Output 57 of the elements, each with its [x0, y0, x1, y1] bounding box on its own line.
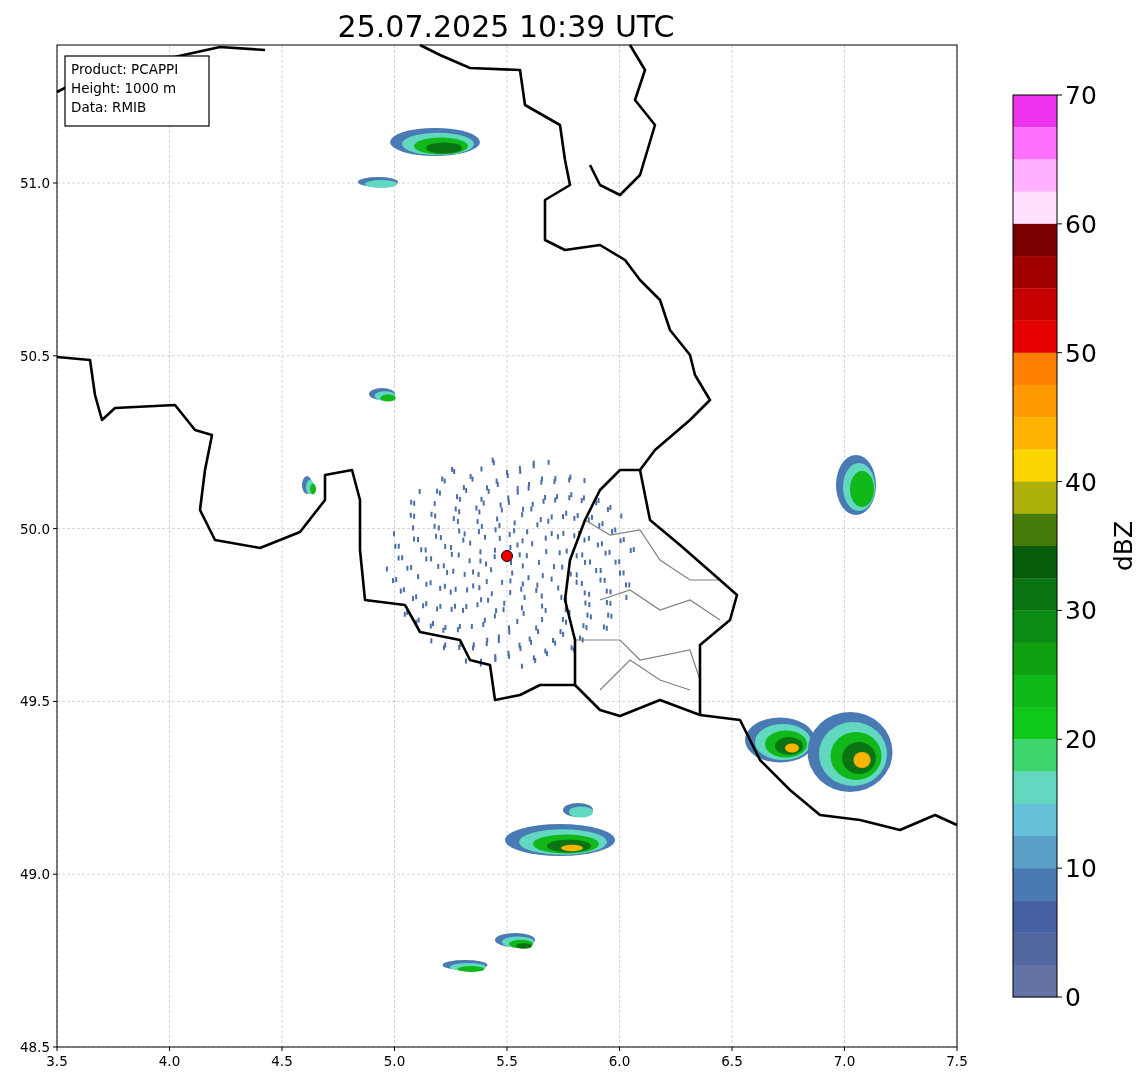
axis-tick-label: 51.0 [19, 175, 50, 191]
radar-echo [358, 177, 398, 188]
axis-tick-label: 50.0 [19, 520, 50, 537]
axis-tick-label: 50.5 [19, 347, 50, 364]
axis-tick-label: 6.0 [608, 1053, 631, 1069]
tick-mark [281, 1046, 283, 1052]
axis-tick-label: 5.5 [496, 1053, 518, 1069]
radar-echo [495, 933, 535, 949]
tick-mark [1056, 996, 1063, 998]
tick-mark [619, 1046, 620, 1052]
tick-mark [1056, 94, 1063, 96]
tick-mark [1056, 223, 1063, 225]
axis-tick-label: 5.0 [383, 1053, 406, 1069]
axis-tick-label: 7.0 [833, 1053, 856, 1069]
axis-tick-label: 4.5 [271, 1053, 293, 1069]
colorbar-label: dBZ [1109, 520, 1138, 572]
axis-tick-label: 49.5 [19, 693, 50, 710]
colorbar-tick-label: 20 [1065, 725, 1097, 755]
radar-echo [836, 455, 876, 515]
radar-echo [302, 476, 316, 495]
tick-mark [844, 1046, 845, 1052]
colorbar-tick-label: 30 [1065, 596, 1097, 626]
radar-echo [563, 803, 593, 818]
axis-tick-label: 49.0 [19, 866, 50, 883]
tick-mark [1056, 867, 1063, 869]
tick-mark [52, 700, 58, 702]
tick-mark [394, 1046, 395, 1052]
radar-site-marker [501, 550, 513, 562]
tick-mark [1056, 609, 1063, 611]
tick-mark [169, 1046, 170, 1052]
tick-mark [52, 528, 58, 530]
axis-tick-label: 4.0 [158, 1053, 181, 1069]
legend-text: Data: RMIB [71, 99, 147, 115]
tick-mark [956, 1046, 958, 1052]
radar-echo [442, 960, 488, 972]
tick-mark [1056, 352, 1063, 354]
tick-mark [1056, 738, 1063, 740]
colorbar-tick-label: 0 [1065, 983, 1081, 1012]
legend-text: Height: 1000 m [71, 80, 177, 96]
tick-mark [52, 873, 58, 875]
axis-tick-label: 48.5 [19, 1039, 50, 1055]
tick-mark [731, 1046, 733, 1052]
axis-tick-label: 3.5 [46, 1053, 68, 1069]
tick-mark [52, 182, 58, 184]
tick-mark [1056, 481, 1063, 483]
colorbar-tick-label: 10 [1065, 854, 1097, 884]
colorbar-tick-label: 70 [1065, 81, 1097, 110]
legend-text: Product: PCAPPI [71, 61, 179, 77]
colorbar-tick-label: 40 [1065, 467, 1097, 497]
tick-mark [52, 355, 58, 357]
axis-tick-label: 7.5 [946, 1053, 968, 1069]
colorbar-tick-label: 50 [1065, 338, 1097, 368]
axis-tick-label: 6.5 [721, 1053, 743, 1069]
figure-title: 25.07.2025 10:39 UTC [337, 9, 675, 44]
colorbar-tick-label: 60 [1065, 209, 1097, 239]
tick-mark [506, 1046, 508, 1052]
radar-echo [369, 388, 396, 402]
